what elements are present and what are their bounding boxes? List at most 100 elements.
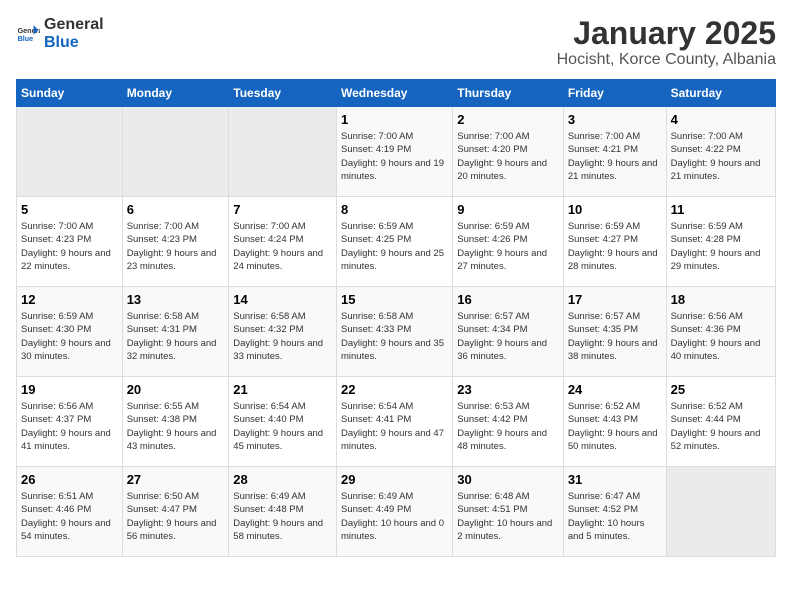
calendar-cell: 20 Sunrise: 6:55 AMSunset: 4:38 PMDayligh…: [122, 377, 229, 467]
day-info: Sunrise: 6:52 AMSunset: 4:44 PMDaylight:…: [671, 400, 771, 453]
calendar-cell: 5 Sunrise: 7:00 AMSunset: 4:23 PMDaylight…: [17, 197, 123, 287]
calendar-cell: 23 Sunrise: 6:53 AMSunset: 4:42 PMDayligh…: [453, 377, 564, 467]
day-info: Sunrise: 6:59 AMSunset: 4:26 PMDaylight:…: [457, 220, 559, 273]
day-number: 25: [671, 382, 771, 397]
day-info: Sunrise: 6:47 AMSunset: 4:52 PMDaylight:…: [568, 490, 662, 543]
calendar-cell: 28 Sunrise: 6:49 AMSunset: 4:48 PMDayligh…: [229, 467, 337, 557]
calendar-week-row: 19Sunrise: 6:56 AMSunset: 4:37 PMDayligh…: [17, 377, 776, 467]
calendar-cell: 15 Sunrise: 6:58 AMSunset: 4:33 PMDayligh…: [337, 287, 453, 377]
calendar-subtitle: Hocisht, Korce County, Albania: [557, 51, 776, 69]
day-number: 14: [233, 292, 332, 307]
calendar-cell: 7Sunrise: 7:00 AMSunset: 4:24 PMDaylight…: [229, 197, 337, 287]
calendar-cell: [666, 467, 775, 557]
calendar-cell: [229, 107, 337, 197]
calendar-cell: 14 Sunrise: 6:58 AMSunset: 4:32 PMDayligh…: [229, 287, 337, 377]
day-info: Sunrise: 6:58 AMSunset: 4:32 PMDaylight:…: [233, 310, 332, 363]
day-number: 12: [21, 292, 118, 307]
calendar-cell: 31Sunrise: 6:47 AMSunset: 4:52 PMDayligh…: [563, 467, 666, 557]
day-number: 16: [457, 292, 559, 307]
day-info: Sunrise: 7:00 AMSunset: 4:23 PMDaylight:…: [21, 220, 118, 273]
day-info: Sunrise: 6:57 AMSunset: 4:35 PMDaylight:…: [568, 310, 662, 363]
day-info: Sunrise: 6:56 AMSunset: 4:36 PMDaylight:…: [671, 310, 771, 363]
day-number: 1: [341, 112, 448, 127]
day-number: 5: [21, 202, 118, 217]
svg-text:Blue: Blue: [18, 34, 34, 43]
day-info: Sunrise: 7:00 AMSunset: 4:24 PMDaylight:…: [233, 220, 332, 273]
day-number: 6: [127, 202, 225, 217]
calendar-cell: 4 Sunrise: 7:00 AMSunset: 4:22 PMDaylight…: [666, 107, 775, 197]
calendar-cell: 22Sunrise: 6:54 AMSunset: 4:41 PMDayligh…: [337, 377, 453, 467]
calendar-cell: 30 Sunrise: 6:48 AMSunset: 4:51 PMDayligh…: [453, 467, 564, 557]
day-info: Sunrise: 6:55 AMSunset: 4:38 PMDaylight:…: [127, 400, 225, 453]
day-number: 3: [568, 112, 662, 127]
weekday-header: Thursday: [453, 80, 564, 107]
header-area: General Blue General Blue January 2025 H…: [16, 16, 776, 69]
day-number: 13: [127, 292, 225, 307]
day-number: 22: [341, 382, 448, 397]
calendar-cell: [122, 107, 229, 197]
calendar-cell: 25 Sunrise: 6:52 AMSunset: 4:44 PMDayligh…: [666, 377, 775, 467]
day-info: Sunrise: 6:56 AMSunset: 4:37 PMDaylight:…: [21, 400, 118, 453]
day-info: Sunrise: 6:49 AMSunset: 4:48 PMDaylight:…: [233, 490, 332, 543]
calendar-week-row: 5 Sunrise: 7:00 AMSunset: 4:23 PMDaylight…: [17, 197, 776, 287]
calendar-week-row: 12 Sunrise: 6:59 AMSunset: 4:30 PMDayligh…: [17, 287, 776, 377]
calendar-cell: 6 Sunrise: 7:00 AMSunset: 4:23 PMDaylight…: [122, 197, 229, 287]
day-number: 4: [671, 112, 771, 127]
day-number: 17: [568, 292, 662, 307]
calendar-header-row: SundayMondayTuesdayWednesdayThursdayFrid…: [17, 80, 776, 107]
title-area: January 2025 Hocisht, Korce County, Alba…: [557, 16, 776, 69]
logo-wordmark: General Blue: [44, 16, 104, 52]
day-info: Sunrise: 7:00 AMSunset: 4:22 PMDaylight:…: [671, 130, 771, 183]
calendar-cell: 16 Sunrise: 6:57 AMSunset: 4:34 PMDayligh…: [453, 287, 564, 377]
day-number: 8: [341, 202, 448, 217]
calendar-cell: 26Sunrise: 6:51 AMSunset: 4:46 PMDayligh…: [17, 467, 123, 557]
calendar-table: SundayMondayTuesdayWednesdayThursdayFrid…: [16, 79, 776, 557]
day-number: 15: [341, 292, 448, 307]
calendar-cell: 1 Sunrise: 7:00 AMSunset: 4:19 PMDaylight…: [337, 107, 453, 197]
weekday-header: Tuesday: [229, 80, 337, 107]
day-number: 9: [457, 202, 559, 217]
day-info: Sunrise: 6:53 AMSunset: 4:42 PMDaylight:…: [457, 400, 559, 453]
day-info: Sunrise: 6:49 AMSunset: 4:49 PMDaylight:…: [341, 490, 448, 543]
day-info: Sunrise: 6:57 AMSunset: 4:34 PMDaylight:…: [457, 310, 559, 363]
calendar-cell: 18Sunrise: 6:56 AMSunset: 4:36 PMDayligh…: [666, 287, 775, 377]
calendar-cell: 13 Sunrise: 6:58 AMSunset: 4:31 PMDayligh…: [122, 287, 229, 377]
day-info: Sunrise: 6:48 AMSunset: 4:51 PMDaylight:…: [457, 490, 559, 543]
logo-icon: General Blue: [16, 22, 40, 46]
day-info: Sunrise: 6:52 AMSunset: 4:43 PMDaylight:…: [568, 400, 662, 453]
calendar-title: January 2025: [557, 16, 776, 51]
day-info: Sunrise: 7:00 AMSunset: 4:20 PMDaylight:…: [457, 130, 559, 183]
day-number: 10: [568, 202, 662, 217]
day-info: Sunrise: 7:00 AMSunset: 4:23 PMDaylight:…: [127, 220, 225, 273]
day-info: Sunrise: 7:00 AMSunset: 4:19 PMDaylight:…: [341, 130, 448, 183]
day-info: Sunrise: 6:58 AMSunset: 4:33 PMDaylight:…: [341, 310, 448, 363]
day-info: Sunrise: 6:59 AMSunset: 4:30 PMDaylight:…: [21, 310, 118, 363]
day-number: 2: [457, 112, 559, 127]
day-number: 28: [233, 472, 332, 487]
day-info: Sunrise: 7:00 AMSunset: 4:21 PMDaylight:…: [568, 130, 662, 183]
calendar-cell: 9 Sunrise: 6:59 AMSunset: 4:26 PMDaylight…: [453, 197, 564, 287]
day-info: Sunrise: 6:59 AMSunset: 4:27 PMDaylight:…: [568, 220, 662, 273]
calendar-cell: 24 Sunrise: 6:52 AMSunset: 4:43 PMDayligh…: [563, 377, 666, 467]
day-number: 26: [21, 472, 118, 487]
day-number: 24: [568, 382, 662, 397]
calendar-cell: 17 Sunrise: 6:57 AMSunset: 4:35 PMDayligh…: [563, 287, 666, 377]
calendar-week-row: 1 Sunrise: 7:00 AMSunset: 4:19 PMDaylight…: [17, 107, 776, 197]
weekday-header: Friday: [563, 80, 666, 107]
weekday-header: Wednesday: [337, 80, 453, 107]
day-number: 23: [457, 382, 559, 397]
calendar-cell: 12 Sunrise: 6:59 AMSunset: 4:30 PMDayligh…: [17, 287, 123, 377]
calendar-cell: 29Sunrise: 6:49 AMSunset: 4:49 PMDayligh…: [337, 467, 453, 557]
calendar-week-row: 26Sunrise: 6:51 AMSunset: 4:46 PMDayligh…: [17, 467, 776, 557]
calendar-cell: 10 Sunrise: 6:59 AMSunset: 4:27 PMDayligh…: [563, 197, 666, 287]
calendar-cell: 11Sunrise: 6:59 AMSunset: 4:28 PMDayligh…: [666, 197, 775, 287]
day-info: Sunrise: 6:59 AMSunset: 4:28 PMDaylight:…: [671, 220, 771, 273]
weekday-header: Sunday: [17, 80, 123, 107]
day-info: Sunrise: 6:50 AMSunset: 4:47 PMDaylight:…: [127, 490, 225, 543]
day-number: 30: [457, 472, 559, 487]
day-number: 20: [127, 382, 225, 397]
day-info: Sunrise: 6:58 AMSunset: 4:31 PMDaylight:…: [127, 310, 225, 363]
day-info: Sunrise: 6:54 AMSunset: 4:40 PMDaylight:…: [233, 400, 332, 453]
day-info: Sunrise: 6:59 AMSunset: 4:25 PMDaylight:…: [341, 220, 448, 273]
calendar-cell: 8 Sunrise: 6:59 AMSunset: 4:25 PMDaylight…: [337, 197, 453, 287]
